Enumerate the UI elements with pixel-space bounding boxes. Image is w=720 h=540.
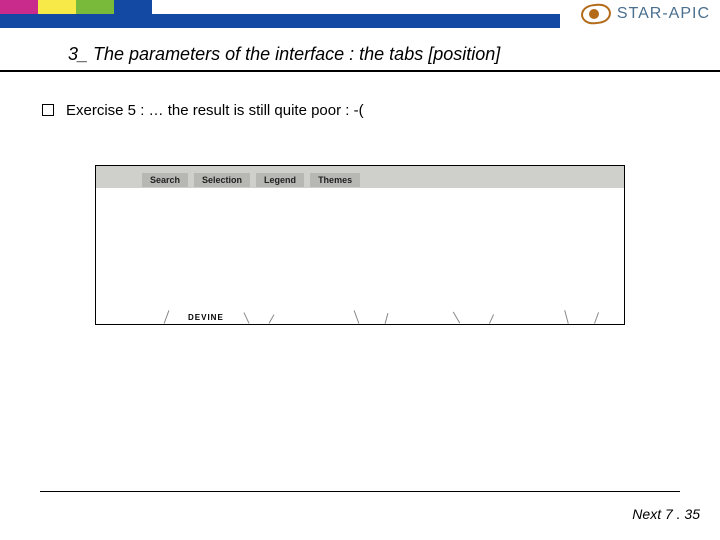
square-bullet-icon bbox=[42, 104, 54, 116]
title-divider bbox=[0, 70, 720, 72]
map-fragment: DEVINE bbox=[96, 306, 624, 324]
tab-selection: Selection bbox=[194, 173, 250, 187]
tab-search: Search bbox=[142, 173, 188, 187]
brand-name: STAR-APIC bbox=[617, 5, 710, 23]
color-block bbox=[38, 0, 76, 14]
footer-page-number: Next 7 . 35 bbox=[632, 506, 700, 522]
screenshot-tab-row: Search Selection Legend Themes bbox=[142, 173, 360, 187]
color-block bbox=[114, 0, 152, 14]
brand-logo: STAR-APIC bbox=[581, 0, 710, 28]
color-block bbox=[76, 0, 114, 14]
eye-icon bbox=[581, 4, 611, 24]
page-title: 3_ The parameters of the interface : the… bbox=[68, 44, 500, 65]
header-stripe bbox=[0, 14, 560, 28]
screenshot-toolbar: Search Selection Legend Themes bbox=[96, 166, 624, 188]
map-fragment-label: DEVINE bbox=[188, 313, 224, 322]
tab-themes: Themes bbox=[310, 173, 360, 187]
slide: STAR-APIC 3_ The parameters of the inter… bbox=[0, 0, 720, 540]
color-block bbox=[0, 0, 38, 14]
embedded-screenshot: Search Selection Legend Themes DEVINE bbox=[95, 165, 625, 325]
header-bar: STAR-APIC bbox=[0, 0, 720, 28]
tab-legend: Legend bbox=[256, 173, 304, 187]
bullet-item: Exercise 5 : … the result is still quite… bbox=[42, 102, 364, 119]
bullet-text: Exercise 5 : … the result is still quite… bbox=[66, 102, 364, 119]
footer-divider bbox=[40, 491, 680, 492]
